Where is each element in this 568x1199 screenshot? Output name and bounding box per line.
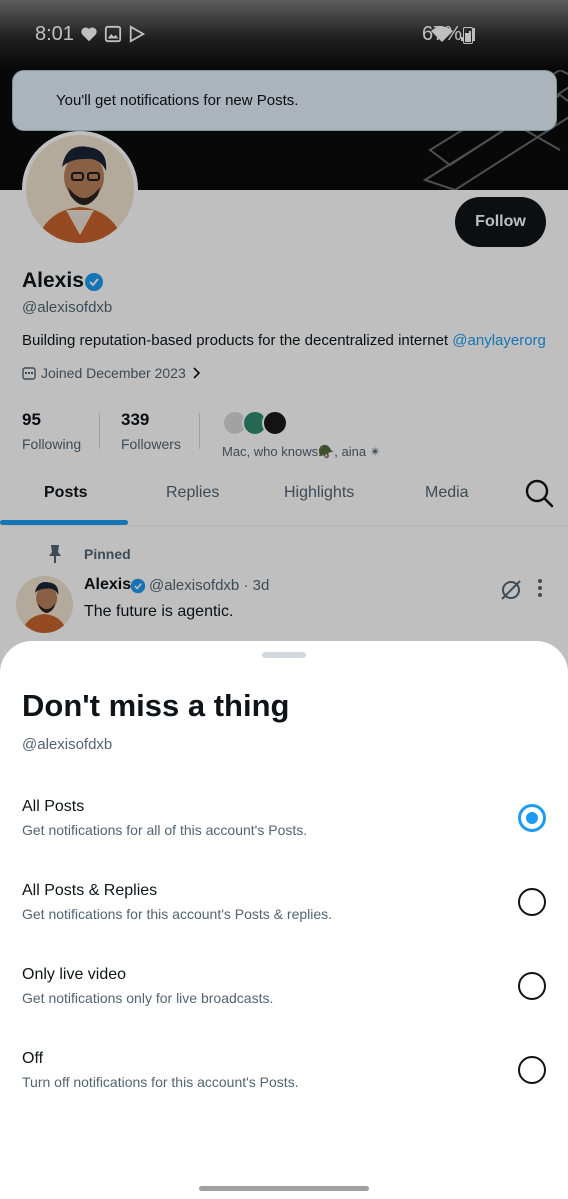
option-title: Only live video [22, 966, 127, 983]
option-title: Off [22, 1050, 44, 1067]
radio-all-posts-replies[interactable] [518, 888, 546, 916]
sheet-title: Don't miss a thing [22, 688, 290, 723]
option-live-video[interactable]: Only live video Get notifications only f… [0, 966, 568, 1036]
option-description: Get notifications for all of this accoun… [22, 822, 308, 838]
option-description: Get notifications only for live broadcas… [22, 990, 274, 1006]
option-all-posts[interactable]: All Posts Get notifications for all of t… [0, 798, 568, 868]
notification-settings-sheet: Don't miss a thing @alexisofdxb All Post… [0, 641, 568, 1199]
option-off[interactable]: Off Turn off notifications for this acco… [0, 1050, 568, 1120]
profile-page: 8:01 67% You'll get notifications for ne… [0, 0, 568, 1199]
sheet-handle: @alexisofdxb [22, 736, 113, 753]
radio-all-posts[interactable] [518, 804, 546, 832]
option-description: Get notifications for this account's Pos… [22, 906, 333, 922]
radio-live-video[interactable] [518, 972, 546, 1000]
home-indicator[interactable] [199, 1186, 369, 1191]
option-description: Turn off notifications for this account'… [22, 1074, 299, 1090]
option-title: All Posts [22, 798, 85, 815]
option-all-posts-replies[interactable]: All Posts & Replies Get notifications fo… [0, 882, 568, 952]
sheet-drag-handle[interactable] [262, 652, 306, 658]
radio-off[interactable] [518, 1056, 546, 1084]
option-title: All Posts & Replies [22, 882, 158, 899]
